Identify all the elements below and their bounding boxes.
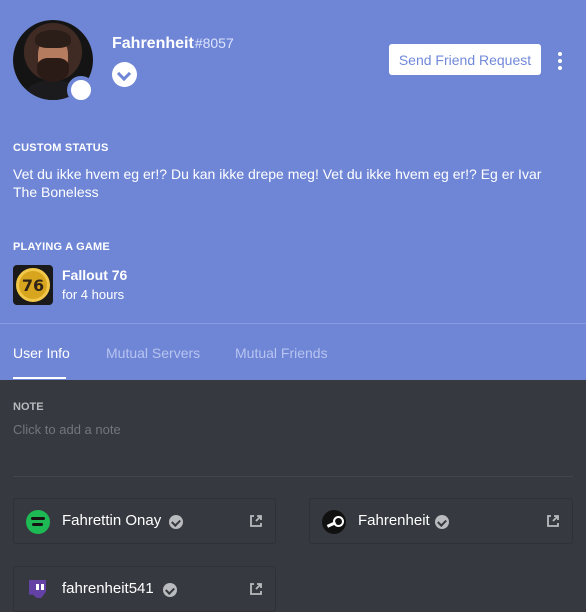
activity-title: PLAYING A GAME <box>13 241 110 253</box>
verified-icon <box>169 515 183 529</box>
fallout-76-icon <box>16 268 50 302</box>
tab-user-info[interactable]: User Info <box>13 345 70 361</box>
tab-mutual-servers[interactable]: Mutual Servers <box>106 345 200 361</box>
twitch-icon <box>26 578 50 602</box>
avatar-hair <box>35 30 71 48</box>
chevron-down-icon[interactable] <box>112 62 137 87</box>
note-input[interactable]: Click to add a note <box>13 422 121 437</box>
external-link-icon[interactable] <box>249 582 263 596</box>
send-friend-request-button[interactable]: Send Friend Request <box>389 44 541 75</box>
divider <box>13 476 573 477</box>
tab-mutual-friends[interactable]: Mutual Friends <box>235 345 328 361</box>
divider <box>0 323 586 324</box>
profile-header: Fahrenheit#8057 Send Friend Request <box>0 0 586 120</box>
custom-status-text: Vet du ikke hvem eg er!? Du kan ikke dre… <box>13 166 542 200</box>
active-tab-indicator <box>13 377 66 379</box>
verified-icon <box>435 515 449 529</box>
custom-status-title: CUSTOM STATUS <box>13 142 109 154</box>
user-info-panel: NOTE Click to add a note Fahrettin Onay … <box>0 380 586 612</box>
connection-twitch[interactable]: fahrenheit541 <box>13 566 276 612</box>
avatar-beard <box>37 58 69 82</box>
connection-steam[interactable]: Fahrenheit <box>309 498 573 544</box>
fallout-76-icon <box>13 265 53 305</box>
external-link-icon[interactable] <box>249 514 263 528</box>
username: Fahrenheit <box>112 35 194 52</box>
more-options-icon[interactable] <box>558 52 564 70</box>
game-duration: for 4 hours <box>62 287 125 302</box>
connection-name: Fahrenheit <box>358 512 430 529</box>
profile-tabs: User Info Mutual Servers Mutual Friends <box>0 334 586 380</box>
verified-icon <box>163 583 177 597</box>
connection-name: Fahrettin Onay <box>62 512 162 529</box>
external-link-icon[interactable] <box>546 514 560 528</box>
profile-name: Fahrenheit#8057 <box>112 35 234 53</box>
profile-details: CUSTOM STATUS Vet du ikke hvem eg er!? D… <box>0 120 586 380</box>
status-indicator-icon <box>67 76 95 104</box>
game-name: Fallout 76 <box>62 267 128 283</box>
connection-name: fahrenheit541 <box>62 580 154 597</box>
connection-spotify[interactable]: Fahrettin Onay <box>13 498 276 544</box>
note-label: NOTE <box>13 401 44 413</box>
steam-icon <box>322 510 346 534</box>
discriminator: #8057 <box>194 35 234 51</box>
spotify-icon <box>26 510 50 534</box>
